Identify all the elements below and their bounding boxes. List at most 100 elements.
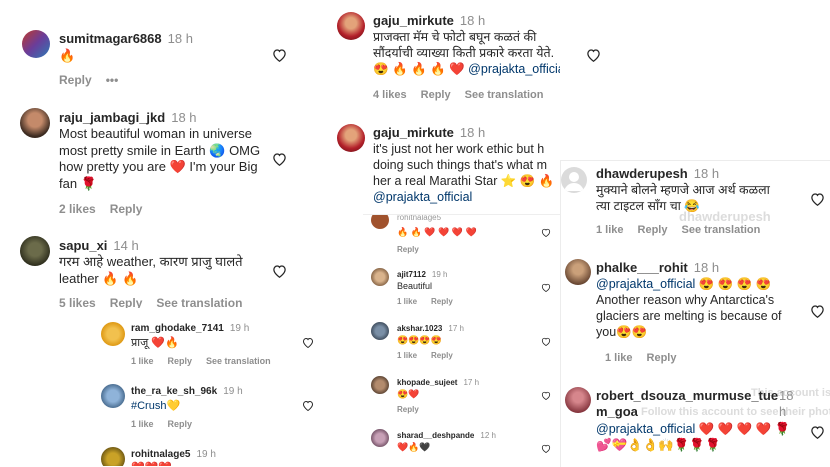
likes-count[interactable]: 1 like	[131, 356, 154, 366]
comment-line: गरम आहे weather, कारण प्राजु घालते	[59, 254, 243, 269]
likes-count[interactable]: 4 likes	[373, 89, 407, 101]
reply-button[interactable]: Reply	[431, 297, 453, 306]
like-heart-icon[interactable]	[302, 400, 314, 411]
see-translation-link[interactable]: See translation	[682, 224, 761, 236]
reply-button[interactable]: Reply	[638, 224, 668, 236]
comment-line: प्राजक्ता मॅम चे फोटो बघून कळतं की	[373, 30, 537, 44]
comment-header: gaju_mirkute 18 h	[373, 125, 485, 140]
see-translation-link[interactable]: See translation	[465, 89, 544, 101]
reply-button[interactable]: Reply	[431, 351, 453, 360]
like-heart-icon[interactable]	[272, 152, 287, 166]
likes-count[interactable]: 1 like	[397, 297, 417, 306]
avatar[interactable]	[561, 167, 587, 193]
right-comments-panel: dhawderupesh This account is private Fol…	[560, 160, 830, 467]
likes-count[interactable]: 1 like	[131, 419, 154, 429]
comment-username[interactable]: dhawderupesh	[596, 166, 688, 181]
mention-line[interactable]: @prajakta_official ❤️ ❤️ ❤️ ❤️ 🌹	[596, 421, 791, 437]
reply-username[interactable]: sharad__deshpande	[397, 431, 474, 440]
reply-actions: 1 like Reply	[397, 351, 467, 360]
left-comments-panel: sumitmagar6868 18 h 🔥 Reply ••• raju_jamba…	[0, 0, 335, 466]
reply-button[interactable]: Reply	[397, 245, 419, 254]
avatar[interactable]	[337, 12, 365, 40]
comment-username[interactable]: gaju_mirkute	[373, 125, 454, 140]
comment-username[interactable]: gaju_mirkute	[373, 13, 454, 28]
reply-username[interactable]: ram_ghodake_7141	[131, 323, 224, 334]
reply-header: akshar.1023 17 h	[397, 324, 464, 333]
comment-username[interactable]: sumitmagar6868	[59, 31, 162, 46]
reply-text: ❤️🔥🖤	[397, 442, 431, 452]
comment-username-cont[interactable]: m_goa	[596, 404, 638, 419]
comment-actions: 4 likes Reply See translation	[373, 89, 557, 101]
mention-line[interactable]: @prajakta_official 😍 😍 😍 😍	[596, 276, 782, 292]
reply-header: the_ra_ke_sh_96k 19 h	[131, 386, 243, 397]
like-heart-icon[interactable]	[810, 425, 825, 439]
middle-comments-panel: gaju_mirkute 18 h प्राजक्ता मॅम चे फोटो ब…	[335, 0, 560, 466]
avatar[interactable]	[22, 30, 50, 58]
reply-button[interactable]: Reply	[397, 405, 419, 414]
like-heart-icon[interactable]	[810, 304, 825, 318]
reply-username[interactable]: akshar.1023	[397, 324, 442, 333]
reply-username[interactable]: rohitnalage5	[131, 449, 190, 460]
reply-time: 12 h	[480, 431, 496, 440]
comment-line: Another reason why Antarctica's	[596, 293, 775, 307]
avatar[interactable]	[20, 108, 50, 138]
reply-text: ❤️❤️❤️	[131, 461, 172, 466]
likes-count[interactable]: 2 likes	[59, 202, 96, 216]
likes-count[interactable]: 1 like	[596, 224, 624, 236]
likes-count[interactable]: 1 like	[605, 352, 633, 364]
like-heart-icon[interactable]	[541, 283, 551, 292]
avatar[interactable]	[337, 124, 365, 152]
comment-time: 18 h	[779, 388, 793, 419]
comment-username[interactable]: phalke___rohit	[596, 260, 688, 275]
reply-button[interactable]: Reply	[168, 356, 193, 366]
comment-line: her a real Marathi Star ⭐ 😍 🔥	[373, 174, 555, 188]
comment-line: leather 🔥 🔥	[59, 270, 139, 286]
likes-count[interactable]: 1 like	[397, 351, 417, 360]
like-heart-icon[interactable]	[810, 192, 825, 206]
mention-line[interactable]: @prajakta_official	[373, 189, 554, 205]
reply-username[interactable]: the_ra_ke_sh_96k	[131, 386, 217, 397]
avatar[interactable]	[371, 429, 389, 447]
avatar[interactable]	[565, 387, 591, 413]
comment-username[interactable]: robert_dsouza_murmuse_tue	[596, 388, 778, 403]
comment-line: fan 🌹	[59, 175, 97, 191]
like-heart-icon[interactable]	[541, 337, 551, 346]
like-heart-icon[interactable]	[541, 228, 551, 237]
like-heart-icon[interactable]	[272, 264, 287, 278]
comment-username[interactable]: raju_jambagi_jkd	[59, 110, 165, 125]
like-heart-icon[interactable]	[302, 337, 314, 348]
avatar[interactable]	[371, 322, 389, 340]
avatar[interactable]	[20, 236, 50, 266]
like-heart-icon[interactable]	[541, 391, 551, 400]
mention-line[interactable]: 😍 🔥 🔥 🔥 ❤️ @prajakta_official	[373, 61, 560, 77]
comment-time: 18 h	[171, 110, 197, 125]
avatar[interactable]	[101, 322, 125, 346]
like-heart-icon[interactable]	[541, 444, 551, 453]
comment-username[interactable]: sapu_xi	[59, 238, 107, 253]
reply-button[interactable]: Reply	[647, 352, 677, 364]
reply-time: 19 h	[196, 449, 216, 460]
reply-header: ram_ghodake_7141 19 h	[131, 323, 249, 334]
reply-button[interactable]: Reply	[421, 89, 451, 101]
avatar[interactable]	[371, 268, 389, 286]
comment-text: मुक्याने बोलने म्हणजे आज अर्थ कळला त्या …	[596, 182, 770, 214]
comment-header: robert_dsouza_murmuse_tue	[596, 388, 796, 403]
avatar[interactable]	[565, 259, 591, 285]
avatar[interactable]	[101, 447, 125, 466]
like-heart-icon[interactable]	[272, 48, 287, 62]
avatar[interactable]	[371, 376, 389, 394]
comment-time: 18 h	[693, 260, 720, 275]
reply-button[interactable]: Reply	[110, 202, 143, 216]
reply-header: sharad__deshpande 12 h	[397, 431, 496, 440]
reply-button[interactable]: Reply	[168, 419, 193, 429]
avatar[interactable]	[101, 384, 125, 408]
avatar[interactable]	[371, 215, 389, 229]
reply-button[interactable]: Reply	[59, 73, 92, 87]
reply-username[interactable]: rohitnalage5	[397, 215, 441, 222]
reply-username[interactable]: ajit7112	[397, 270, 426, 279]
see-translation-link[interactable]: See translation	[206, 356, 271, 366]
more-options-icon[interactable]: •••	[106, 73, 119, 87]
reply-username[interactable]: khopade_sujeet	[397, 378, 457, 387]
reply-actions: 1 like Reply	[397, 297, 467, 306]
like-heart-icon[interactable]	[586, 48, 601, 62]
